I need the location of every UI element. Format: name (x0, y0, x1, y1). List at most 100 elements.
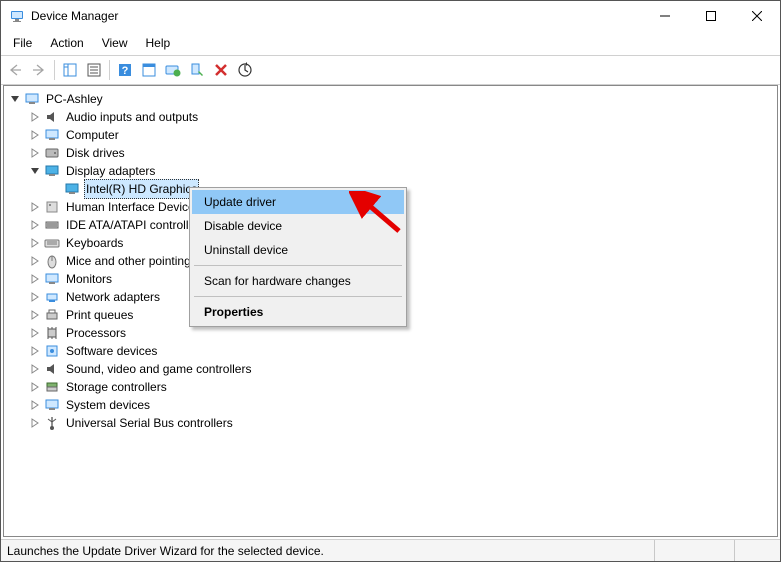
close-button[interactable] (734, 1, 780, 31)
ide-icon (44, 217, 60, 233)
tree-category[interactable]: System devices (4, 396, 777, 414)
category-label: Computer (64, 126, 121, 144)
computer-icon (24, 91, 40, 107)
status-cell (734, 540, 774, 561)
tree-category-display-adapters[interactable]: Display adapters (4, 162, 777, 180)
expand-toggle[interactable] (28, 308, 42, 322)
expand-toggle[interactable] (28, 236, 42, 250)
category-label: Network adapters (64, 288, 162, 306)
tree-category[interactable]: Software devices (4, 342, 777, 360)
details-button[interactable] (137, 58, 161, 82)
disk-icon (44, 145, 60, 161)
tree-category[interactable]: Storage controllers (4, 378, 777, 396)
ctx-uninstall-device[interactable]: Uninstall device (192, 238, 404, 262)
expand-toggle[interactable] (28, 344, 42, 358)
statusbar: Launches the Update Driver Wizard for th… (1, 539, 780, 561)
processor-icon (44, 325, 60, 341)
back-button[interactable] (3, 58, 27, 82)
category-label: Universal Serial Bus controllers (64, 414, 235, 432)
usb-icon (44, 415, 60, 431)
app-icon (9, 8, 25, 24)
category-label: Sound, video and game controllers (64, 360, 253, 378)
expand-toggle[interactable] (28, 380, 42, 394)
monitor-icon (44, 271, 60, 287)
device-label: Intel(R) HD Graphics (84, 179, 199, 199)
expand-toggle[interactable] (28, 200, 42, 214)
status-cell (654, 540, 734, 561)
expand-toggle[interactable] (28, 290, 42, 304)
mouse-icon (44, 253, 60, 269)
computer-icon (44, 127, 60, 143)
expand-toggle[interactable] (28, 110, 42, 124)
ctx-separator (194, 296, 402, 297)
annotation-arrow-icon (349, 191, 409, 241)
tree-category[interactable]: Universal Serial Bus controllers (4, 414, 777, 432)
expand-toggle[interactable] (28, 218, 42, 232)
menu-help[interactable]: Help (138, 33, 179, 53)
titlebar: Device Manager (1, 1, 780, 31)
status-text: Launches the Update Driver Wizard for th… (7, 544, 324, 558)
window-title: Device Manager (31, 9, 642, 23)
tree-category[interactable]: Sound, video and game controllers (4, 360, 777, 378)
network-icon (44, 289, 60, 305)
ctx-properties[interactable]: Properties (192, 300, 404, 324)
sound-icon (44, 361, 60, 377)
category-label: Processors (64, 324, 128, 342)
expand-toggle[interactable] (8, 92, 22, 106)
category-label: IDE ATA/ATAPI controllers (64, 216, 207, 234)
tree-category[interactable]: Disk drives (4, 144, 777, 162)
category-label: System devices (64, 396, 152, 414)
expand-toggle[interactable] (28, 164, 42, 178)
enable-device-button[interactable] (185, 58, 209, 82)
device-tree[interactable]: PC-Ashley Audio inputs and outputs Compu… (3, 85, 778, 537)
expand-toggle[interactable] (28, 254, 42, 268)
menu-view[interactable]: View (94, 33, 136, 53)
category-label: Audio inputs and outputs (64, 108, 200, 126)
category-label: Disk drives (64, 144, 127, 162)
toolbar: ? (1, 55, 780, 85)
ctx-separator (194, 265, 402, 266)
category-label: Keyboards (64, 234, 125, 252)
category-label: Human Interface Devices (64, 198, 203, 216)
keyboard-icon (44, 235, 60, 251)
update-driver-button[interactable] (161, 58, 185, 82)
menu-action[interactable]: Action (42, 33, 91, 53)
forward-button[interactable] (27, 58, 51, 82)
help-button[interactable]: ? (113, 58, 137, 82)
expand-toggle[interactable] (28, 362, 42, 376)
display-adapter-icon (44, 163, 60, 179)
category-label: Software devices (64, 342, 159, 360)
ctx-scan-hardware[interactable]: Scan for hardware changes (192, 269, 404, 293)
expand-toggle[interactable] (28, 128, 42, 142)
audio-icon (44, 109, 60, 125)
category-label: Print queues (64, 306, 135, 324)
window-controls (642, 1, 780, 31)
software-icon (44, 343, 60, 359)
expand-toggle[interactable] (28, 272, 42, 286)
tree-root[interactable]: PC-Ashley (4, 90, 777, 108)
storage-icon (44, 379, 60, 395)
expand-toggle[interactable] (28, 326, 42, 340)
svg-text:?: ? (122, 65, 129, 77)
show-hide-tree-button[interactable] (58, 58, 82, 82)
minimize-button[interactable] (642, 1, 688, 31)
tree-category[interactable]: Audio inputs and outputs (4, 108, 777, 126)
scan-hardware-button[interactable] (233, 58, 257, 82)
expand-toggle[interactable] (28, 416, 42, 430)
toolbar-separator (109, 60, 110, 80)
tree-category[interactable]: Computer (4, 126, 777, 144)
expand-toggle[interactable] (28, 146, 42, 160)
display-adapter-icon (64, 181, 80, 197)
category-label: Storage controllers (64, 378, 169, 396)
printer-icon (44, 307, 60, 323)
toolbar-separator (54, 60, 55, 80)
menu-file[interactable]: File (5, 33, 40, 53)
maximize-button[interactable] (688, 1, 734, 31)
root-label: PC-Ashley (44, 90, 105, 108)
properties-button[interactable] (82, 58, 106, 82)
menubar: File Action View Help (1, 31, 780, 55)
hid-icon (44, 199, 60, 215)
uninstall-device-button[interactable] (209, 58, 233, 82)
category-label: Display adapters (64, 162, 157, 180)
expand-toggle[interactable] (28, 398, 42, 412)
